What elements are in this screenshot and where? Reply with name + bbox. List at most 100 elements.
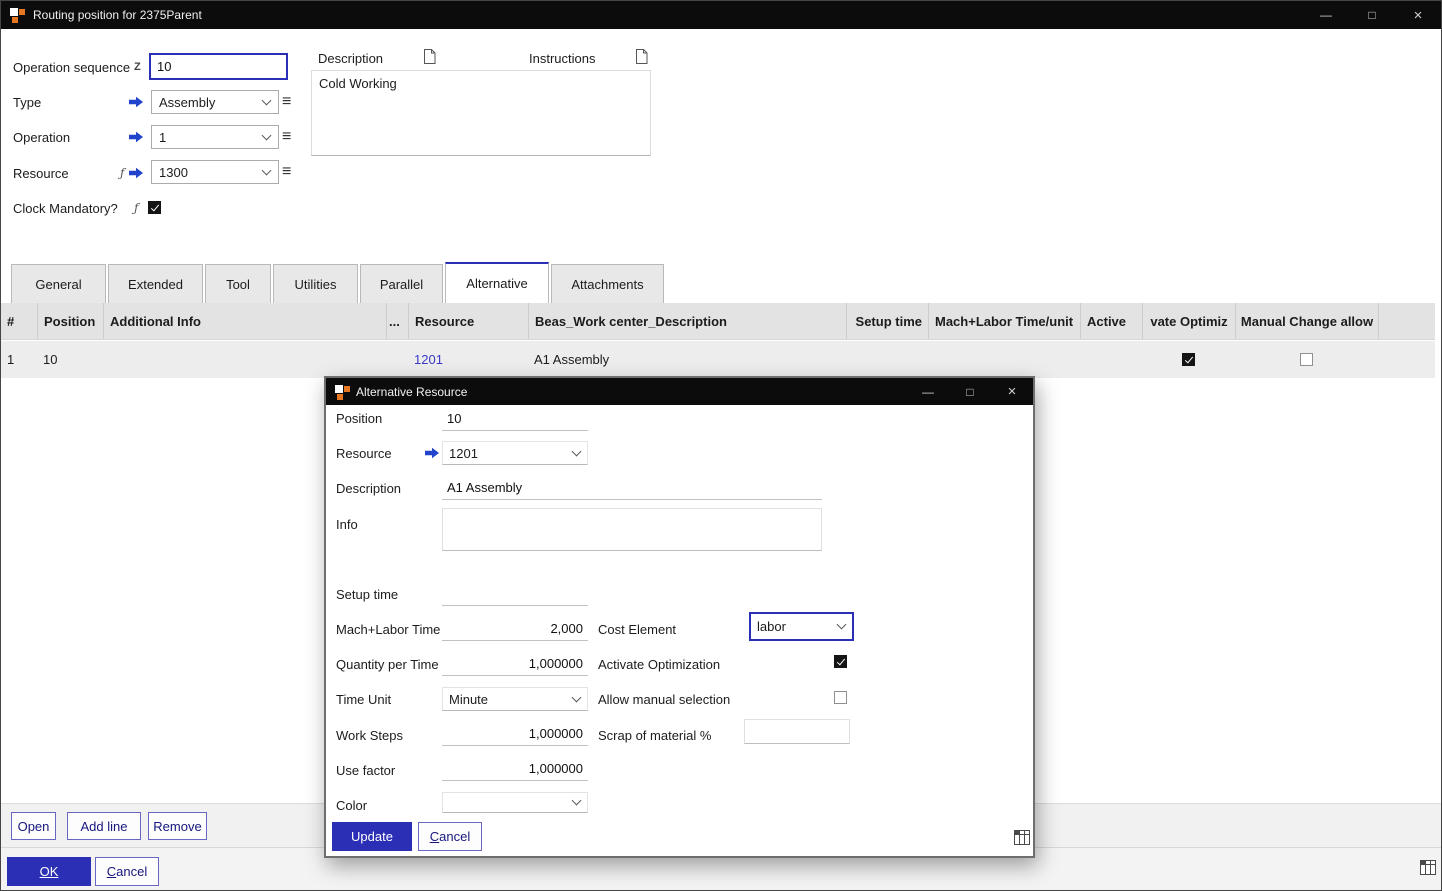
tab-alternative[interactable]: Alternative	[445, 262, 549, 303]
use-factor-label: Use factor	[336, 763, 395, 778]
row-setup-time	[846, 341, 928, 378]
tab-general[interactable]: General	[11, 264, 106, 303]
table-row[interactable]: 1 10 1201 A1 Assembly	[1, 341, 1435, 378]
header-activate-optimization[interactable]: vate Optimiz	[1142, 303, 1235, 339]
operation-sequence-label: Operation sequence	[13, 60, 130, 75]
cost-element-dropdown[interactable]: labor	[749, 612, 854, 641]
use-factor-input[interactable]	[442, 757, 588, 781]
time-unit-label: Time Unit	[336, 692, 391, 707]
dialog-close-button[interactable]: ×	[991, 378, 1033, 405]
dialog-maximize-button[interactable]: □	[949, 378, 991, 405]
mach-labor-time-label: Mach+Labor Time	[336, 622, 440, 637]
operation-label: Operation	[13, 130, 70, 145]
setup-time-input[interactable]	[442, 582, 588, 606]
color-dropdown[interactable]	[442, 792, 588, 813]
chevron-down-icon	[262, 95, 272, 105]
tab-parallel[interactable]: Parallel	[360, 264, 443, 303]
link-arrow-icon[interactable]	[129, 167, 143, 179]
row-position: 10	[37, 341, 103, 378]
type-label: Type	[13, 95, 41, 110]
chevron-down-icon	[572, 446, 582, 456]
dialog-title: Alternative Resource	[356, 385, 467, 399]
minimize-button[interactable]: —	[1303, 1, 1349, 29]
time-unit-dropdown[interactable]: Minute	[442, 687, 588, 711]
chevron-down-icon	[837, 620, 847, 630]
quantity-per-time-input[interactable]	[442, 652, 588, 676]
row-resource-link[interactable]: 1201	[414, 352, 443, 367]
resource-list-icon[interactable]: ≡	[282, 164, 291, 180]
color-label: Color	[336, 798, 367, 813]
dialog-titlebar: Alternative Resource — □ ×	[326, 378, 1033, 405]
maximize-button[interactable]: □	[1349, 1, 1395, 29]
row-more	[386, 341, 408, 378]
tab-utilities[interactable]: Utilities	[273, 264, 358, 303]
chevron-down-icon	[262, 165, 272, 175]
open-button[interactable]: Open	[11, 812, 56, 840]
maximize-icon: □	[966, 385, 973, 399]
minimize-icon: —	[1320, 8, 1332, 22]
link-arrow-icon[interactable]	[129, 96, 143, 108]
row-additional-info	[103, 341, 386, 378]
cancel-button[interactable]: Cancel	[95, 857, 159, 886]
time-unit-value: Minute	[449, 692, 568, 707]
formula-icon: ƒ	[134, 201, 138, 215]
header-additional-info[interactable]: Additional Info	[103, 303, 386, 339]
close-button[interactable]: ×	[1395, 1, 1441, 29]
dialog-minimize-button[interactable]: —	[907, 378, 949, 405]
update-button[interactable]: Update	[332, 822, 412, 851]
row-work-center: A1 Assembly	[528, 341, 846, 378]
tab-extended[interactable]: Extended	[108, 264, 203, 303]
row-activate-optimization-checkbox[interactable]	[1182, 353, 1195, 366]
header-position[interactable]: Position	[37, 303, 103, 339]
work-steps-input[interactable]	[442, 722, 588, 746]
description-textarea[interactable]: Cold Working	[311, 70, 651, 156]
document-icon[interactable]	[423, 49, 436, 64]
chevron-down-icon	[572, 692, 582, 702]
header-mach-labor[interactable]: Mach+Labor Time/unit	[928, 303, 1080, 339]
link-arrow-icon[interactable]	[129, 131, 143, 143]
row-manual-change-checkbox[interactable]	[1300, 353, 1313, 366]
grid-settings-icon[interactable]	[1014, 830, 1030, 845]
tab-bar: General Extended Tool Utilities Parallel…	[11, 262, 666, 303]
grid-settings-icon[interactable]	[1420, 860, 1436, 875]
cost-element-value: labor	[757, 619, 833, 634]
link-arrow-icon[interactable]	[425, 447, 439, 459]
operation-list-icon[interactable]: ≡	[282, 129, 291, 145]
dialog-description-label: Description	[336, 481, 401, 496]
alternative-resource-dialog: Alternative Resource — □ × Position Reso…	[324, 376, 1035, 858]
header-resource[interactable]: Resource	[408, 303, 528, 339]
operation-dropdown[interactable]: 1	[151, 125, 279, 149]
info-label: Info	[336, 517, 358, 532]
resource-dropdown[interactable]: 1300	[151, 160, 279, 184]
ok-button[interactable]: OK	[7, 857, 91, 886]
clock-mandatory-checkbox[interactable]	[148, 201, 161, 214]
header-num[interactable]: #	[1, 303, 37, 339]
header-work-center[interactable]: Beas_Work center_Description	[528, 303, 846, 339]
header-manual-change[interactable]: Manual Change allow	[1235, 303, 1378, 339]
document-icon[interactable]	[635, 49, 648, 64]
clock-mandatory-label: Clock Mandatory?	[13, 201, 118, 216]
dialog-setup-time-label: Setup time	[336, 587, 398, 602]
header-more[interactable]: ...	[386, 303, 408, 339]
operation-value: 1	[159, 130, 258, 145]
tab-attachments[interactable]: Attachments	[551, 264, 664, 303]
tab-tool[interactable]: Tool	[205, 264, 271, 303]
position-input[interactable]	[442, 407, 588, 431]
mach-labor-time-input[interactable]	[442, 617, 588, 641]
dialog-cancel-button[interactable]: Cancel	[418, 822, 482, 851]
add-line-button[interactable]: Add line	[67, 812, 141, 840]
type-list-icon[interactable]: ≡	[282, 94, 291, 110]
scrap-of-material-input[interactable]	[744, 719, 850, 744]
info-textarea[interactable]	[442, 508, 822, 551]
type-dropdown[interactable]: Assembly	[151, 90, 279, 114]
remove-button[interactable]: Remove	[148, 812, 207, 840]
dialog-resource-dropdown[interactable]: 1201	[442, 441, 588, 465]
header-active[interactable]: Active	[1080, 303, 1142, 339]
position-label: Position	[336, 411, 382, 426]
allow-manual-selection-checkbox[interactable]	[834, 691, 847, 704]
operation-sequence-input[interactable]	[149, 53, 288, 80]
header-setup-time[interactable]: Setup time	[846, 303, 928, 339]
resource-label: Resource	[13, 166, 69, 181]
activate-optimization-checkbox[interactable]	[834, 655, 847, 668]
dialog-description-input[interactable]	[442, 476, 822, 500]
